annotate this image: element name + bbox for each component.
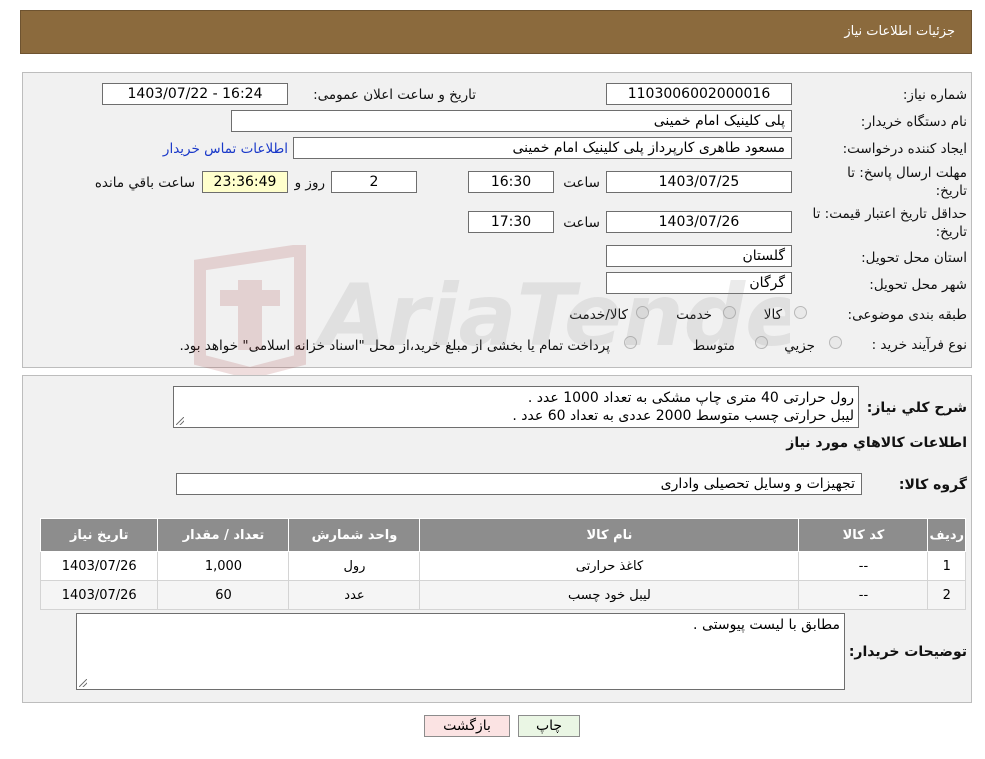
need-number-label: شماره نیاز: [902,87,967,103]
items-table: ردیف کد کالا نام کالا واحد شمارش تعداد /… [39,518,966,610]
page-header: جزئیات اطلاعات نیاز [20,10,972,54]
cell-code: -- [798,580,929,610]
cell-qty: 1,000 [157,551,290,581]
resize-grip-icon[interactable] [79,679,87,687]
buyer-org-field: پلی کلینیک امام خمینی [231,110,792,132]
watermark-logo-icon [194,245,306,375]
cell-name: کاغذ حرارتی [419,551,800,581]
days-label: روز و [294,175,325,191]
cell-name: لیبل خود چسب [419,580,800,610]
buyer-notes-label: توضیحات خریدار: [848,644,967,660]
cell-unit: رول [288,551,421,581]
deadline-label-line1: مهلت ارسال پاسخ: تا [847,165,967,181]
summary-textarea[interactable]: رول حرارتی 40 متری چاپ مشکی به تعداد 100… [173,386,859,428]
validity-label-line2: تاریخ: [935,224,967,240]
cell-code: -- [798,551,929,581]
category-label: طبقه بندی موضوعی: [847,307,967,323]
summary-label: شرح کلي نياز: [866,400,967,416]
print-button[interactable]: چاپ [518,715,580,737]
validity-time-label: ساعت [563,215,600,231]
remaining-label: ساعت باقي مانده [94,175,195,191]
table-row[interactable]: 1 -- کاغذ حرارتی رول 1,000 1403/07/26 [39,551,966,581]
buyer-notes-text: مطابق با لیست پیوستی . [693,617,840,633]
watermark: AriaTender.neT [194,245,790,375]
buyer-notes-textarea[interactable]: مطابق با لیست پیوستی . [76,613,845,690]
col-code: کد کالا [798,518,929,552]
category-radio-goods[interactable] [794,306,807,319]
table-row[interactable]: 2 -- لیبل خود چسب عدد 60 1403/07/26 [39,580,966,610]
validity-date-field: 1403/07/26 [606,211,792,233]
summary-line-1: رول حرارتی 40 متری چاپ مشکی به تعداد 100… [527,390,854,406]
announce-label: تاریخ و ساعت اعلان عمومی: [313,87,476,103]
resize-grip-icon[interactable] [176,417,184,425]
requester-label: ایجاد کننده درخواست: [842,141,967,157]
col-row: ردیف [927,518,966,552]
back-button[interactable]: بازگشت [424,715,510,737]
province-label: استان محل تحویل: [861,250,967,266]
group-field: تجهیزات و وسایل تحصیلی واداری [176,473,862,495]
cell-row: 2 [927,580,966,610]
col-unit: واحد شمارش [288,518,421,552]
deadline-time-field: 16:30 [468,171,554,193]
need-number-field: 1103006002000016 [606,83,792,105]
watermark-text: AriaTender.neT [314,266,790,366]
validity-label-line1: حداقل تاریخ اعتبار قیمت: تا [812,206,967,222]
buyer-org-label: نام دستگاه خریدار: [860,114,967,130]
contact-buyer-link[interactable]: اطلاعات تماس خریدار [163,141,288,157]
days-field: 2 [331,171,417,193]
requester-field: مسعود طاهری کارپرداز پلی کلینیک امام خمی… [293,137,792,159]
col-name: نام کالا [419,518,800,552]
cell-date: 1403/07/26 [39,580,159,610]
items-section-title: اطلاعات کالاهاي مورد نياز [786,435,967,451]
remaining-time-field: 23:36:49 [202,171,288,193]
cell-qty: 60 [157,580,290,610]
group-label: گروه کالا: [898,477,967,493]
deadline-label-line2: تاریخ: [935,183,967,199]
col-date: تاریخ نیاز [39,518,159,552]
deadline-time-label: ساعت [563,175,600,191]
deadline-date-field: 1403/07/25 [606,171,792,193]
cell-unit: عدد [288,580,421,610]
summary-line-2: لیبل حرارتی چسب متوسط 2000 عددی به تعداد… [512,408,854,424]
items-table-header: ردیف کد کالا نام کالا واحد شمارش تعداد /… [39,518,966,552]
announce-field: 1403/07/22 - 16:24 [102,83,288,105]
cell-row: 1 [927,551,966,581]
page-title: جزئیات اطلاعات نیاز [844,24,955,39]
col-qty: تعداد / مقدار [157,518,290,552]
process-radio-minor[interactable] [829,336,842,349]
cell-date: 1403/07/26 [39,551,159,581]
process-label: نوع فرآیند خرید : [871,337,967,353]
city-label: شهر محل تحویل: [869,277,967,293]
validity-time-field: 17:30 [468,211,554,233]
